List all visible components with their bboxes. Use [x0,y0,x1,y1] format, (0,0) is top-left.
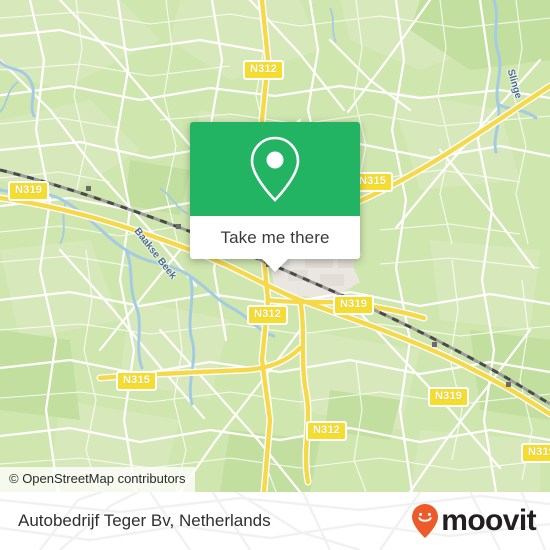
road-shield: N319 [8,181,50,201]
moovit-wordmark: moovit [441,504,536,537]
popup-pointer-tail [261,258,289,272]
road-shield: N315 [116,371,158,391]
popup-header [190,122,360,216]
location-popup-card[interactable]: Take me there [190,122,360,272]
bottom-info-bar: Autobedrijf Teger Bv, Netherlands moovit [0,492,550,550]
road-shield: N312 [306,421,348,441]
moovit-pin-icon [412,504,439,538]
map-pin-icon [250,136,300,202]
take-me-there-label: Take me there [220,227,330,247]
moovit-logo[interactable]: moovit [411,503,537,539]
popup-footer[interactable]: Take me there [190,216,360,272]
road-shield: N319 [428,387,470,407]
road-shield: N312 [247,305,289,325]
osm-attribution[interactable]: © OpenStreetMap contributors [0,467,195,492]
place-title: Autobedrijf Teger Bv, Netherlands [18,511,271,530]
road-shield: N319 [333,295,375,315]
moovit-map-screen: N312 N319 N315 N312 N319 N315 N312 N319 … [0,0,550,550]
map-canvas[interactable]: N312 N319 N315 N312 N319 N315 N312 N319 … [0,0,550,492]
road-shield: N319 [521,443,550,463]
road-shield: N312 [243,60,285,80]
